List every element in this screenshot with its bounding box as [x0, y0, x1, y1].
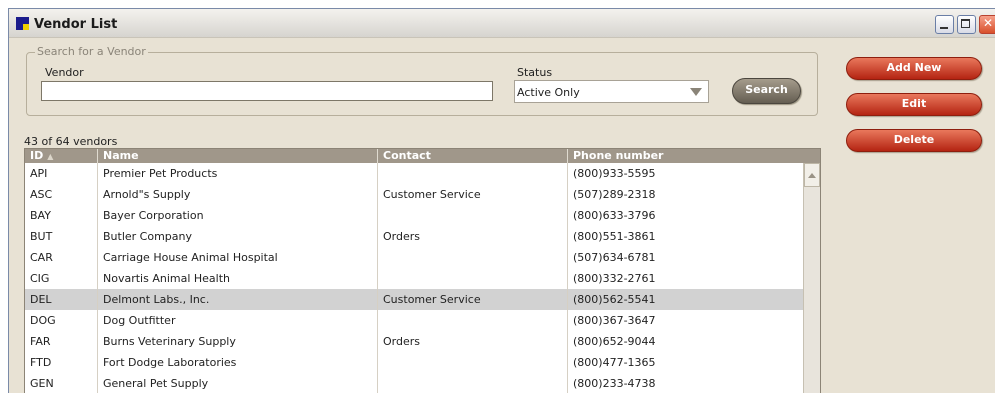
vendor-search-input[interactable]: [41, 81, 493, 101]
column-header-name[interactable]: Name: [98, 149, 378, 163]
app-icon: [16, 17, 29, 30]
cell-name: Arnold"s Supply: [103, 188, 191, 201]
cell-contact: [378, 205, 568, 226]
status-selected-value: Active Only: [517, 86, 580, 99]
cell-id: FAR: [30, 335, 51, 348]
cell-name: Carriage House Animal Hospital: [103, 251, 278, 264]
table-row[interactable]: ASC Arnold"s Supply Customer Service (507)2…: [25, 184, 803, 205]
cell-contact: Customer Service: [383, 188, 481, 201]
table-row[interactable]: FTD Fort Dodge Laboratories (800)477-1365: [25, 352, 803, 373]
edit-button[interactable]: Edit: [846, 93, 982, 116]
table-row[interactable]: DEL Delmont Labs., Inc. Customer Service (8…: [25, 289, 803, 310]
cell-phone: (507)634-6781: [573, 251, 656, 264]
cell-id: CAR: [30, 251, 53, 264]
add-new-button[interactable]: Add New: [846, 57, 982, 80]
cell-phone: (800)233-4738: [573, 377, 656, 390]
cell-name: Premier Pet Products: [103, 167, 218, 180]
column-divider: [97, 163, 98, 393]
status-dropdown[interactable]: Active Only: [514, 80, 709, 103]
cell-name: Bayer Corporation: [103, 209, 204, 222]
table-row[interactable]: API Premier Pet Products (800)933-5595: [25, 163, 803, 184]
cell-id: DEL: [30, 293, 52, 306]
table-row[interactable]: FAR Burns Veterinary Supply Orders (800)652…: [25, 331, 803, 352]
cell-name: Novartis Animal Health: [103, 272, 231, 285]
cell-id: FTD: [30, 356, 52, 369]
cell-phone: (800)551-3861: [573, 230, 656, 243]
cell-name: Burns Veterinary Supply: [103, 335, 236, 348]
cell-phone: (800)652-9044: [573, 335, 656, 348]
column-header-contact[interactable]: Contact: [378, 149, 568, 163]
search-group-legend: Search for a Vendor: [35, 45, 148, 58]
column-divider: [567, 163, 568, 393]
close-icon[interactable]: [979, 15, 995, 34]
column-header-phone[interactable]: Phone number: [568, 149, 820, 163]
maximize-icon[interactable]: [957, 15, 976, 34]
cell-contact: [378, 373, 568, 393]
cell-id: BAY: [30, 209, 51, 222]
cell-id: API: [30, 167, 48, 180]
table-row[interactable]: GEN General Pet Supply (800)233-4738: [25, 373, 803, 393]
cell-contact: [378, 352, 568, 373]
table-row[interactable]: CIG Novartis Animal Health (800)332-2761: [25, 268, 803, 289]
cell-phone: (800)562-5541: [573, 293, 656, 306]
delete-button[interactable]: Delete: [846, 129, 982, 152]
cell-phone: (800)477-1365: [573, 356, 656, 369]
cell-phone: (800)933-5595: [573, 167, 656, 180]
cell-contact: Customer Service: [383, 293, 481, 306]
cell-name: Butler Company: [103, 230, 193, 243]
vendor-list-window: Vendor List Search for a Vendor Vendor S…: [8, 8, 995, 393]
cell-contact: [378, 163, 568, 184]
table-row[interactable]: CAR Carriage House Animal Hospital (507)63…: [25, 247, 803, 268]
cell-id: DOG: [30, 314, 56, 327]
vertical-scrollbar[interactable]: [803, 163, 820, 393]
table-row[interactable]: BUT Butler Company Orders (800)551-3861: [25, 226, 803, 247]
search-button[interactable]: Search: [732, 78, 801, 104]
cell-id: ASC: [30, 188, 53, 201]
minimize-icon[interactable]: [935, 15, 954, 34]
vendor-table: ID ▲ Name Contact Phone number API Premier…: [24, 148, 821, 393]
cell-id: BUT: [30, 230, 53, 243]
cell-id: CIG: [30, 272, 50, 285]
cell-contact: [378, 268, 568, 289]
cell-phone: (800)367-3647: [573, 314, 656, 327]
column-header-id[interactable]: ID ▲: [25, 149, 98, 163]
table-header: ID ▲ Name Contact Phone number: [25, 149, 820, 163]
title-bar[interactable]: Vendor List: [9, 9, 995, 38]
cell-phone: (800)332-2761: [573, 272, 656, 285]
scroll-up-icon[interactable]: [804, 163, 820, 187]
cell-phone: (800)633-3796: [573, 209, 656, 222]
cell-contact: Orders: [383, 230, 420, 243]
cell-name: Delmont Labs., Inc.: [103, 293, 210, 306]
vendor-label: Vendor: [45, 66, 84, 79]
column-divider: [377, 163, 378, 393]
cell-contact: Orders: [383, 335, 420, 348]
cell-phone: (507)289-2318: [573, 188, 656, 201]
cell-contact: [378, 310, 568, 331]
table-row[interactable]: BAY Bayer Corporation (800)633-3796: [25, 205, 803, 226]
sort-ascending-icon: ▲: [47, 152, 54, 161]
cell-name: Dog Outfitter: [103, 314, 176, 327]
status-label: Status: [517, 66, 553, 79]
cell-name: General Pet Supply: [103, 377, 209, 390]
vendor-count: 43 of 64 vendors: [24, 135, 118, 148]
cell-name: Fort Dodge Laboratories: [103, 356, 237, 369]
chevron-down-icon[interactable]: [690, 88, 702, 96]
cell-id: GEN: [30, 377, 54, 390]
cell-contact: [378, 247, 568, 268]
table-row[interactable]: DOG Dog Outfitter (800)367-3647: [25, 310, 803, 331]
window-title: Vendor List: [34, 17, 118, 32]
